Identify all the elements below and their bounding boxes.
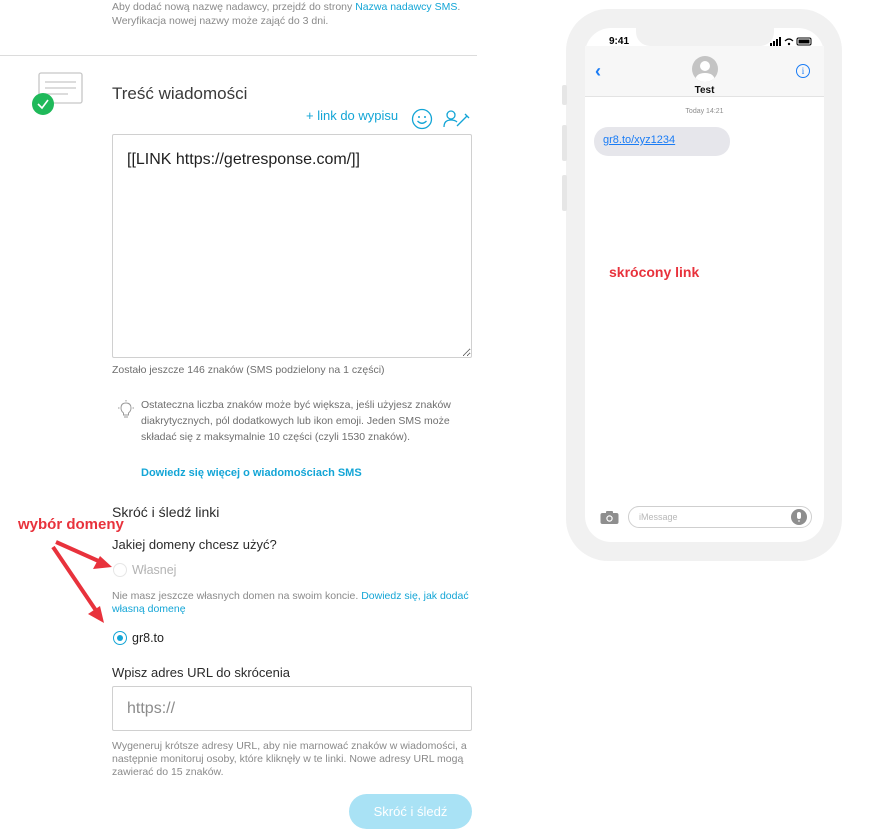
microphone-icon[interactable] bbox=[791, 509, 807, 525]
own-domain-note: Nie masz jeszcze własnych domen na swoim… bbox=[112, 590, 472, 616]
url-input-note: Wygeneruj krótsze adresy URL, aby nie ma… bbox=[112, 740, 467, 778]
annotation-arrow-to-own bbox=[55, 540, 112, 569]
message-bubble: gr8.to/xyz1234 bbox=[594, 127, 730, 156]
domain-gr8-label: gr8.to bbox=[132, 631, 164, 645]
shorten-section-title: Skróć i śledź linki bbox=[112, 504, 220, 520]
message-timestamp: Today 14:21 bbox=[685, 108, 724, 115]
phone-status-icons bbox=[770, 37, 814, 49]
contact-avatar bbox=[692, 56, 718, 82]
annotation-domain-choice: wybór domeny bbox=[18, 516, 124, 533]
lightbulb-icon bbox=[117, 400, 135, 422]
section-divider bbox=[0, 55, 477, 56]
unsubscribe-link-button[interactable]: + link do wypisu bbox=[306, 108, 398, 123]
message-section-title: Treść wiadomości bbox=[112, 84, 248, 103]
url-input-label: Wpisz adres URL do skrócenia bbox=[112, 665, 290, 680]
phone-time: 9:41 bbox=[609, 36, 630, 47]
annotation-shortened-link: skrócony link bbox=[609, 264, 700, 280]
message-section-icon bbox=[30, 72, 86, 118]
phone-side-button bbox=[562, 175, 567, 211]
domain-own-label: Własnej bbox=[132, 563, 177, 577]
sender-name-note: Aby dodać nową nazwę nadawcy, przejdź do… bbox=[112, 0, 482, 28]
sms-info-text: Ostateczna liczba znaków może być większ… bbox=[141, 399, 451, 443]
personalize-field-icon[interactable] bbox=[441, 108, 471, 130]
domain-own-radio[interactable] bbox=[113, 563, 127, 577]
phone-notch bbox=[636, 28, 774, 46]
camera-icon[interactable] bbox=[600, 510, 619, 525]
domain-question-label: Jakiej domeny chcesz użyć? bbox=[112, 537, 277, 552]
shorten-track-button[interactable]: Skróć i śledź bbox=[349, 794, 472, 829]
sms-learn-more-link[interactable]: Dowiedz się więcej o wiadomościach SMS bbox=[141, 467, 362, 479]
contact-name: Test bbox=[694, 85, 715, 96]
info-icon[interactable]: i bbox=[796, 64, 810, 78]
sender-name-note-text: Aby dodać nową nazwę nadawcy, przejdź do… bbox=[112, 1, 356, 13]
phone-side-button bbox=[562, 125, 567, 161]
annotation-arrow-to-gr8 bbox=[51, 545, 104, 623]
imessage-input[interactable]: iMessage bbox=[628, 506, 812, 528]
sender-name-link[interactable]: Nazwa nadawcy SMS bbox=[355, 1, 457, 13]
phone-screen bbox=[585, 28, 824, 542]
message-textarea[interactable]: [[LINK https://getresponse.com/]] bbox=[112, 134, 472, 358]
own-domain-note-text: Nie masz jeszcze własnych domen na swoim… bbox=[112, 590, 362, 602]
phone-side-button bbox=[562, 85, 567, 105]
char-count-text: Zostało jeszcze 146 znaków (SMS podzielo… bbox=[112, 364, 385, 376]
domain-gr8-radio[interactable] bbox=[113, 631, 127, 645]
url-input[interactable] bbox=[112, 686, 472, 731]
emoji-icon[interactable] bbox=[411, 108, 433, 130]
back-chevron-icon[interactable]: ‹ bbox=[595, 61, 601, 82]
shortened-link[interactable]: gr8.to/xyz1234 bbox=[603, 134, 675, 146]
